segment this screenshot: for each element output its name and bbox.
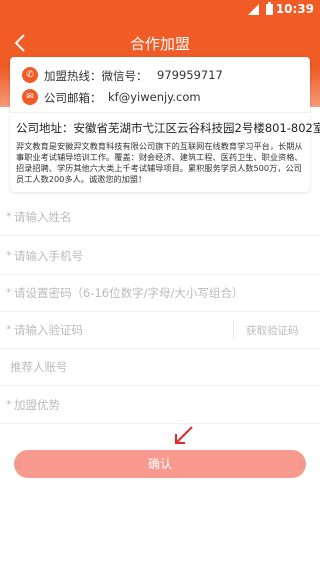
required-mark: * bbox=[6, 286, 12, 299]
phone-icon: ✆ bbox=[22, 67, 38, 83]
divider bbox=[10, 112, 310, 113]
advantage-input[interactable] bbox=[14, 394, 294, 416]
wechat-id: 979959717 bbox=[157, 68, 223, 82]
email-value: kf@yiwenjy.com bbox=[108, 90, 201, 104]
signal-icon bbox=[248, 4, 259, 15]
phone-input[interactable] bbox=[14, 245, 294, 267]
name-input[interactable] bbox=[14, 206, 294, 228]
referrer-input[interactable] bbox=[10, 356, 290, 378]
arrow-annotation-icon bbox=[175, 426, 193, 444]
battery-icon bbox=[266, 2, 273, 15]
verification-code-input[interactable] bbox=[14, 319, 214, 341]
page-title: 合作加盟 bbox=[129, 35, 190, 53]
status-time: 10:39 bbox=[275, 2, 314, 16]
status-bar: 10:39 bbox=[0, 0, 320, 19]
required-mark: * bbox=[6, 249, 12, 262]
password-input[interactable] bbox=[14, 282, 294, 304]
contact-card: ✆ 加盟热线：微信号： 979959717 ✉ 公司邮箱： kf@yiwenjy… bbox=[10, 57, 320, 192]
code-separator bbox=[233, 320, 234, 340]
company-address: 公司地址：安徽省芜湖市弋江区云谷科技园2号楼801-802室 bbox=[16, 121, 320, 135]
mail-icon: ✉ bbox=[22, 89, 38, 105]
password-field: * bbox=[0, 276, 320, 312]
required-mark: * bbox=[6, 323, 12, 336]
referrer-field bbox=[0, 350, 320, 386]
advantage-field: * bbox=[0, 388, 320, 424]
confirm-button[interactable]: 确认 bbox=[14, 450, 306, 478]
get-code-button[interactable]: 获取验证码 bbox=[246, 323, 299, 338]
required-mark: * bbox=[6, 210, 12, 223]
email-label: 公司邮箱： bbox=[44, 91, 102, 105]
phone-field: * bbox=[0, 239, 320, 275]
name-field: * bbox=[0, 200, 320, 236]
verification-code-field: * 获取验证码 bbox=[0, 313, 320, 349]
hotline-label: 加盟热线：微信号： bbox=[44, 69, 148, 83]
company-intro: 羿文教育是安徽羿文教育科技有限公司旗下的互联网在线教育学习平台，长期从事职业考试… bbox=[16, 141, 303, 184]
required-mark: * bbox=[6, 398, 12, 411]
